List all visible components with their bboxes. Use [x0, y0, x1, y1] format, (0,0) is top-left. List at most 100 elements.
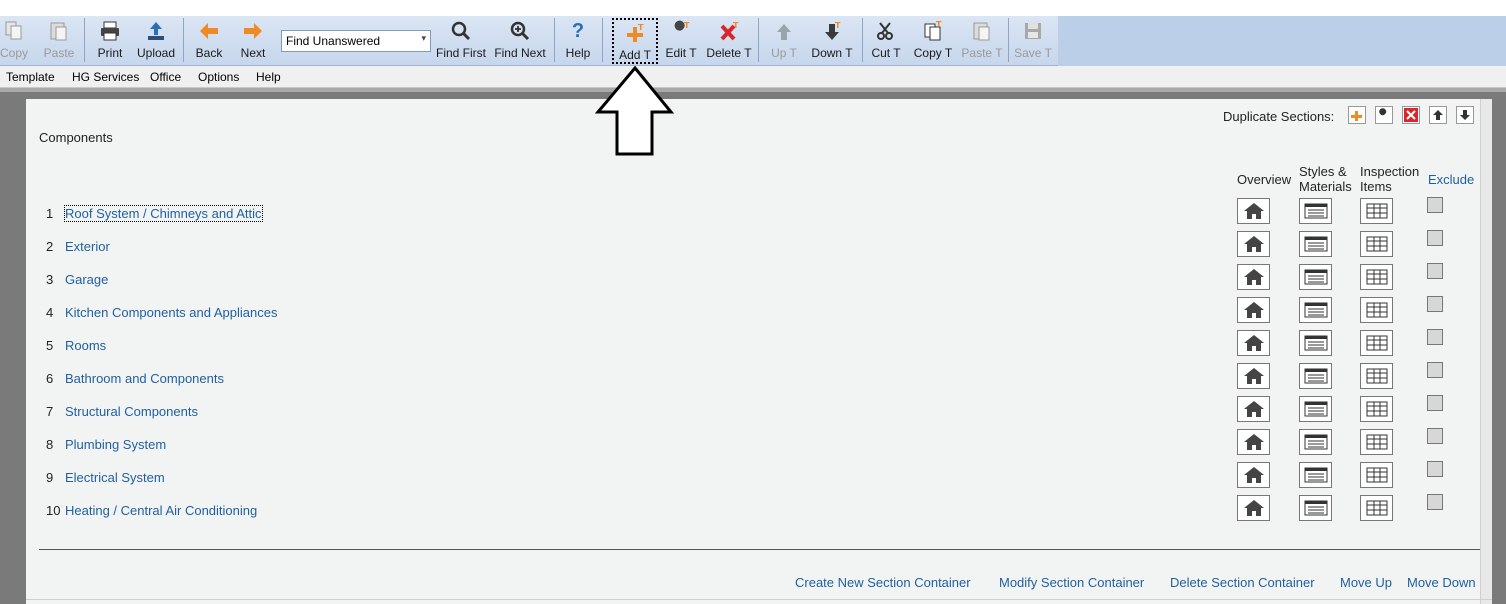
overview-button[interactable]	[1237, 363, 1270, 389]
inspection-items-button[interactable]	[1360, 462, 1393, 488]
exclude-checkbox[interactable]	[1427, 230, 1443, 246]
section-link[interactable]: Rooms	[65, 338, 106, 353]
inspection-items-button[interactable]	[1360, 297, 1393, 323]
styles-materials-button[interactable]	[1299, 330, 1332, 356]
save-template-button[interactable]: Save T	[1014, 18, 1052, 64]
menu-template[interactable]: Template	[6, 70, 55, 84]
overview-button[interactable]	[1237, 231, 1270, 257]
styles-materials-button[interactable]	[1299, 429, 1332, 455]
add-plus-icon	[1351, 111, 1362, 121]
cut-template-button[interactable]: Cut T	[870, 18, 902, 64]
exclude-checkbox[interactable]	[1427, 428, 1443, 444]
styles-materials-button[interactable]	[1299, 495, 1332, 521]
styles-materials-button[interactable]	[1299, 198, 1332, 224]
inspection-items-button[interactable]	[1360, 363, 1393, 389]
down-template-button[interactable]: T Down T	[810, 18, 854, 64]
overview-button[interactable]	[1237, 462, 1270, 488]
copy-label: Copy	[0, 46, 28, 60]
styles-materials-button[interactable]	[1299, 462, 1332, 488]
column-exclude[interactable]: Exclude	[1428, 172, 1474, 187]
section-link[interactable]: Plumbing System	[65, 437, 166, 452]
search-icon	[446, 18, 476, 44]
add-template-label: Add T	[619, 48, 651, 62]
copy-template-button[interactable]: T Copy T	[912, 18, 954, 64]
overview-button[interactable]	[1237, 429, 1270, 455]
menu-options[interactable]: Options	[198, 70, 239, 84]
styles-materials-button[interactable]	[1299, 297, 1332, 323]
duplicate-move-down-button[interactable]	[1456, 106, 1474, 124]
help-label: Help	[565, 46, 591, 60]
help-button[interactable]: ? Help	[563, 18, 593, 64]
edit-template-button[interactable]: T Edit T	[664, 18, 698, 64]
inspection-items-button[interactable]	[1360, 198, 1393, 224]
inspection-items-button[interactable]	[1360, 396, 1393, 422]
modify-section-container-link[interactable]: Modify Section Container	[999, 575, 1144, 590]
paste-button[interactable]: Paste	[40, 18, 78, 64]
duplicate-edit-button[interactable]	[1375, 106, 1393, 124]
menu-office[interactable]: Office	[150, 70, 181, 84]
find-first-button[interactable]: Find First	[436, 18, 486, 64]
section-link[interactable]: Kitchen Components and Appliances	[65, 305, 277, 320]
duplicate-move-up-button[interactable]	[1429, 106, 1447, 124]
styles-materials-button[interactable]	[1299, 231, 1332, 257]
panel-scrollbar[interactable]	[1480, 99, 1492, 604]
section-link[interactable]: Roof System / Chimneys and Attic	[64, 205, 263, 222]
overview-button[interactable]	[1237, 297, 1270, 323]
add-template-button[interactable]: T Add T	[612, 18, 658, 64]
move-up-link[interactable]: Move Up	[1340, 575, 1392, 590]
inspection-items-button[interactable]	[1360, 264, 1393, 290]
menu-help[interactable]: Help	[256, 70, 281, 84]
section-link[interactable]: Garage	[65, 272, 108, 287]
menu-hg-services[interactable]: HG Services	[72, 70, 139, 84]
list-icon	[1304, 335, 1327, 351]
inspection-items-button[interactable]	[1360, 429, 1393, 455]
next-button[interactable]: Next	[236, 18, 270, 64]
styles-materials-button[interactable]	[1299, 363, 1332, 389]
exclude-checkbox[interactable]	[1427, 263, 1443, 279]
print-button[interactable]: Print	[92, 18, 128, 64]
back-button[interactable]: Back	[192, 18, 226, 64]
help-icon: ?	[571, 19, 585, 42]
overview-button[interactable]	[1237, 330, 1270, 356]
overview-button[interactable]	[1237, 198, 1270, 224]
upload-button[interactable]: Upload	[135, 18, 177, 64]
exclude-checkbox[interactable]	[1427, 461, 1443, 477]
delete-section-container-link[interactable]: Delete Section Container	[1170, 575, 1315, 590]
callout-arrow-up-icon	[595, 66, 675, 156]
overview-button[interactable]	[1237, 495, 1270, 521]
exclude-checkbox[interactable]	[1427, 296, 1443, 312]
exclude-checkbox[interactable]	[1427, 197, 1443, 213]
inspection-items-button[interactable]	[1360, 231, 1393, 257]
create-section-container-link[interactable]: Create New Section Container	[795, 575, 971, 590]
up-template-button[interactable]: Up T	[768, 18, 800, 64]
section-number: 2	[46, 239, 54, 254]
find-mode-select[interactable]: Find Unanswered ▾	[281, 30, 431, 52]
copy-button[interactable]: Copy	[0, 18, 32, 64]
section-link[interactable]: Structural Components	[65, 404, 198, 419]
styles-materials-button[interactable]	[1299, 264, 1332, 290]
arrow-up-icon	[1433, 110, 1443, 120]
delete-template-button[interactable]: T Delete T	[706, 18, 752, 64]
overview-button[interactable]	[1237, 396, 1270, 422]
duplicate-delete-button[interactable]	[1402, 106, 1420, 124]
exclude-checkbox[interactable]	[1427, 494, 1443, 510]
house-icon	[1243, 434, 1264, 450]
move-down-link[interactable]: Move Down	[1407, 575, 1476, 590]
section-link[interactable]: Heating / Central Air Conditioning	[65, 503, 257, 518]
exclude-checkbox[interactable]	[1427, 395, 1443, 411]
overview-button[interactable]	[1237, 264, 1270, 290]
column-overview: Overview	[1237, 172, 1292, 187]
find-next-button[interactable]: Find Next	[494, 18, 546, 64]
column-styles-line2: Materials	[1299, 179, 1352, 194]
exclude-checkbox[interactable]	[1427, 329, 1443, 345]
exclude-checkbox[interactable]	[1427, 362, 1443, 378]
inspection-items-button[interactable]	[1360, 495, 1393, 521]
section-link[interactable]: Exterior	[65, 239, 110, 254]
section-link[interactable]: Electrical System	[65, 470, 165, 485]
styles-materials-button[interactable]	[1299, 396, 1332, 422]
arrow-down-icon	[1460, 110, 1470, 120]
inspection-items-button[interactable]	[1360, 330, 1393, 356]
duplicate-add-button[interactable]	[1348, 106, 1366, 124]
paste-template-button[interactable]: Paste T	[960, 18, 1004, 64]
section-link[interactable]: Bathroom and Components	[65, 371, 224, 386]
